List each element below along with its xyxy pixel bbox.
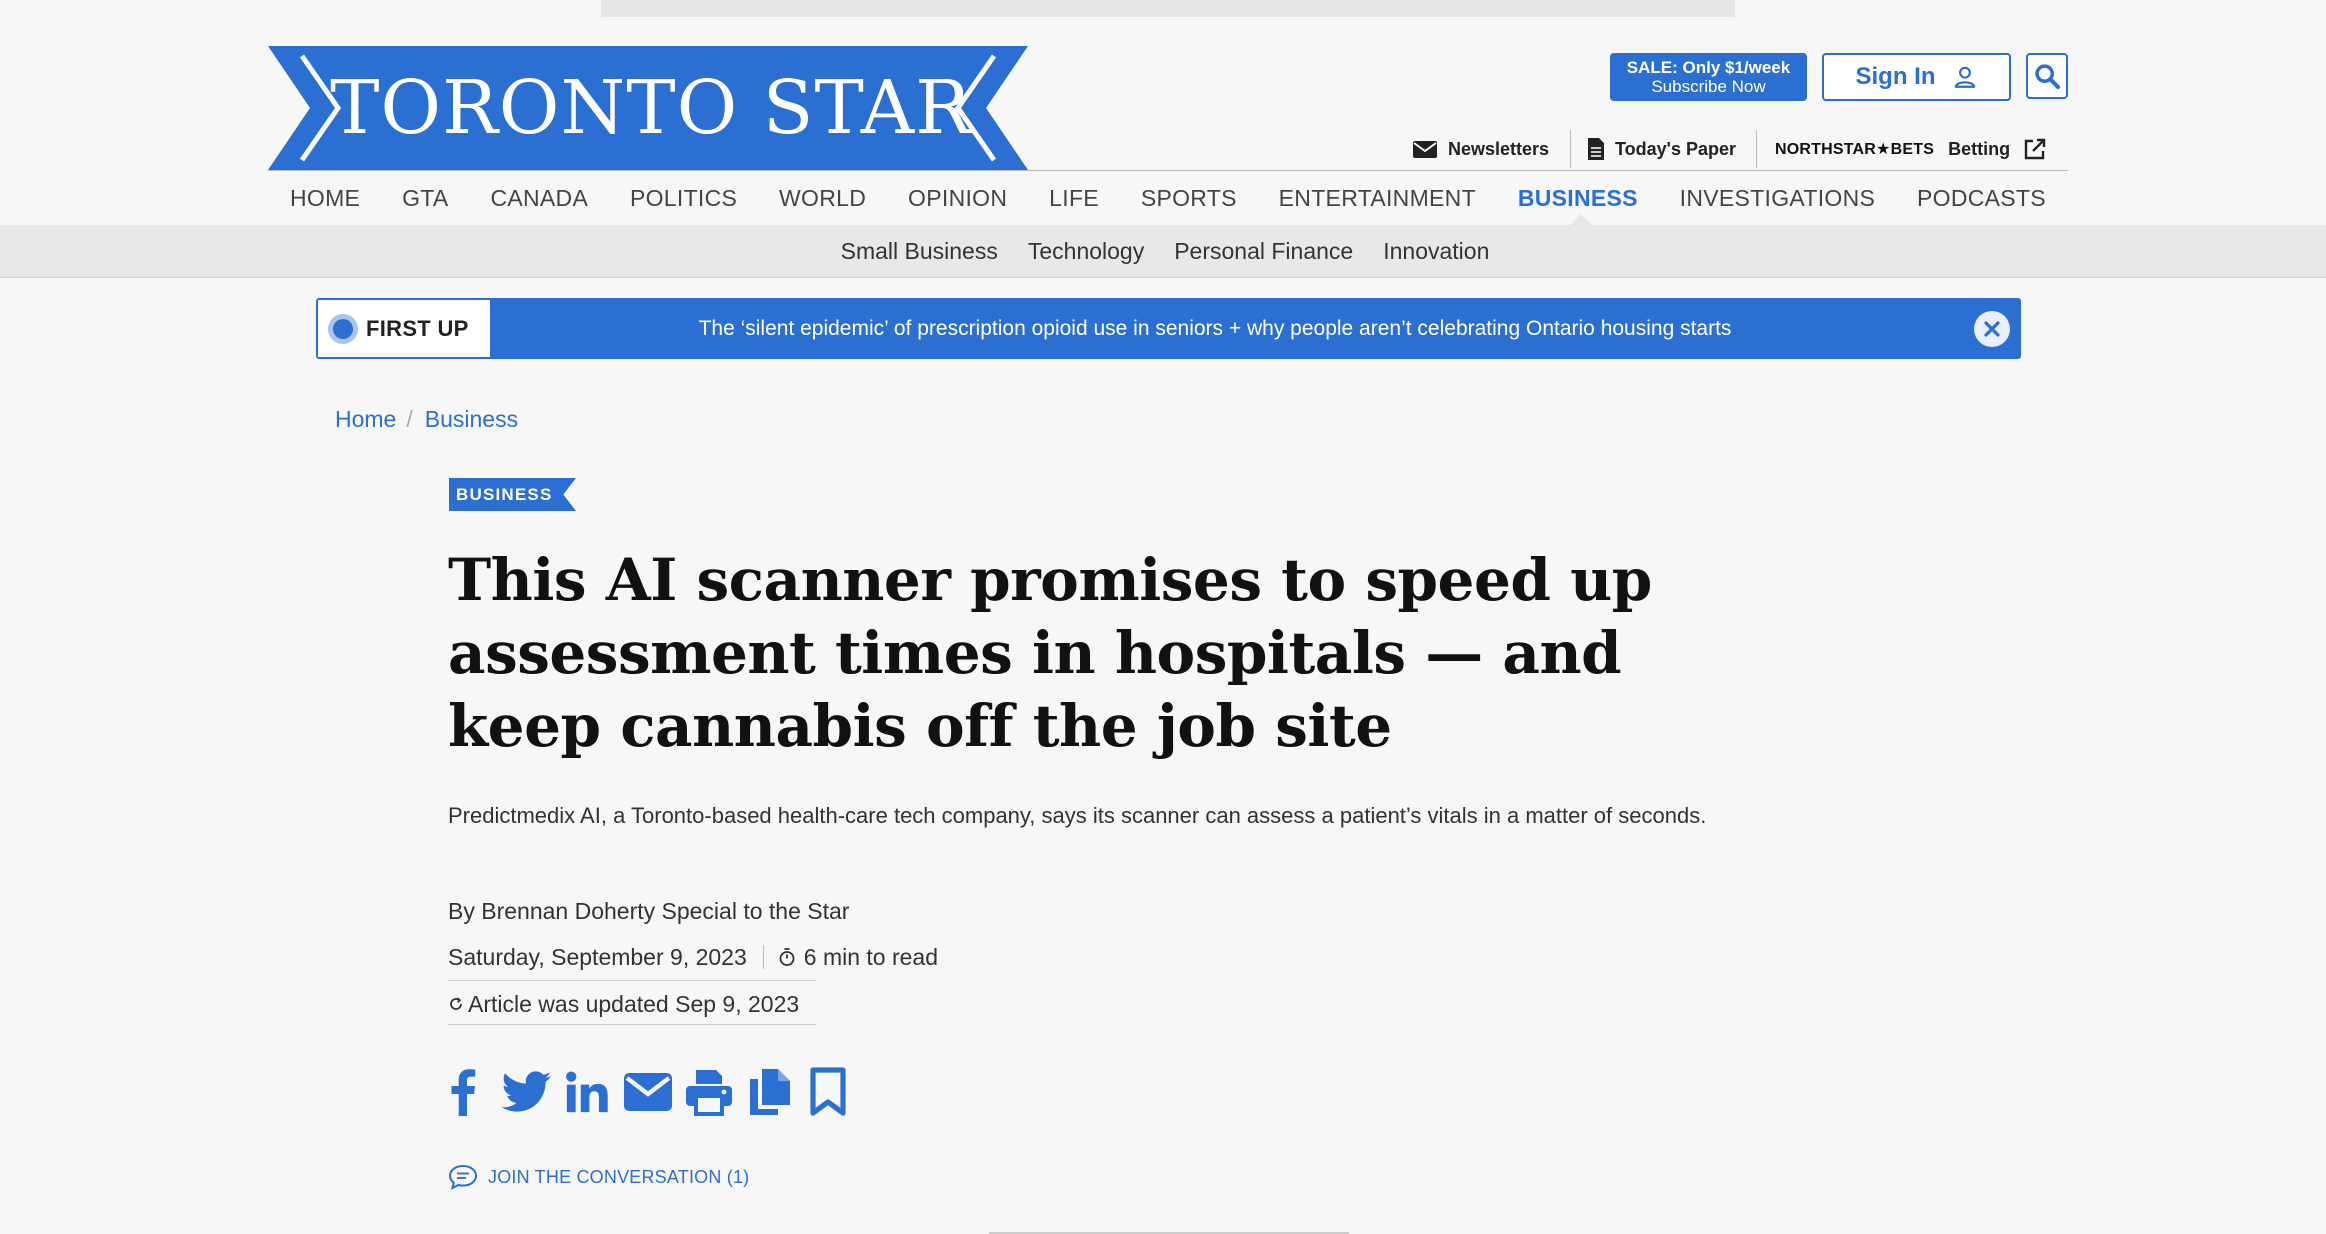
- todays-paper-label: Today's Paper: [1615, 138, 1736, 159]
- updated-divider: [448, 980, 816, 981]
- external-link-icon: [2024, 138, 2046, 160]
- dateline-divider: [762, 945, 764, 969]
- subnav-small-business[interactable]: Small Business: [841, 238, 998, 265]
- copy-link-button[interactable]: [746, 1066, 794, 1118]
- timer-icon: [778, 947, 796, 967]
- search-icon: [2035, 64, 2061, 90]
- article-byline: By Brennan Doherty Special to the Star: [448, 898, 850, 924]
- updated-divider: [448, 1024, 816, 1025]
- close-banner-button[interactable]: [1974, 311, 2010, 347]
- breadcrumb: Home / Business: [335, 404, 518, 434]
- search-button[interactable]: [2026, 53, 2068, 99]
- facebook-icon: [451, 1069, 476, 1116]
- linkedin-icon: [566, 1071, 608, 1113]
- share-email-button[interactable]: [622, 1066, 674, 1118]
- comment-icon: [448, 1164, 478, 1190]
- sign-in-button[interactable]: Sign In: [1822, 53, 2011, 101]
- first-up-text: FIRST UP: [366, 315, 469, 341]
- sub-navigation: Small Business Technology Personal Finan…: [0, 225, 2326, 278]
- read-time: 6 min to read: [803, 943, 939, 970]
- share-facebook-button[interactable]: [448, 1066, 478, 1118]
- subnav-personal-finance[interactable]: Personal Finance: [1174, 238, 1353, 265]
- nav-canada[interactable]: CANADA: [490, 185, 588, 212]
- first-up-label: FIRST UP: [318, 300, 490, 357]
- bookmark-icon: [810, 1067, 846, 1116]
- nav-podcasts[interactable]: PODCASTS: [1917, 185, 2046, 212]
- subnav-innovation[interactable]: Innovation: [1383, 238, 1489, 265]
- document-icon: [1588, 138, 1604, 160]
- newsletters-link[interactable]: Newsletters: [1412, 134, 1549, 164]
- article-headline: This AI scanner promises to speed up ass…: [448, 546, 1652, 760]
- sale-text: SALE: Only $1/week: [1626, 58, 1791, 77]
- close-icon: [1984, 321, 2000, 337]
- nav-gta[interactable]: GTA: [402, 185, 448, 212]
- breadcrumb-business[interactable]: Business: [425, 406, 518, 433]
- main-navigation: HOME GTA CANADA POLITICS WORLD OPINION L…: [268, 178, 2068, 218]
- publish-date: Saturday, September 9, 2023: [448, 943, 747, 970]
- subscribe-sale-button[interactable]: SALE: Only $1/week Subscribe Now: [1610, 53, 1807, 101]
- envelope-icon: [1413, 141, 1437, 158]
- refresh-icon: [450, 997, 462, 1010]
- northstar-bets-link[interactable]: NORTHSTAR★BETS Betting: [1775, 134, 2048, 164]
- user-icon: [1954, 66, 1975, 88]
- breadcrumb-home[interactable]: Home: [335, 406, 396, 433]
- toronto-star-logo[interactable]: TORONTO STAR: [268, 46, 1028, 170]
- first-up-headline[interactable]: The ‘silent epidemic’ of prescription op…: [490, 298, 1940, 359]
- utility-divider: [1570, 130, 1571, 168]
- live-dot-icon: [328, 313, 358, 344]
- updated-text: Article was updated Sep 9, 2023: [468, 990, 800, 1017]
- share-linkedin-button[interactable]: [564, 1066, 610, 1118]
- subscribe-text: Subscribe Now: [1651, 77, 1766, 96]
- article-dateline: Saturday, September 9, 2023 6 min to rea…: [448, 943, 938, 971]
- utility-divider: [1756, 130, 1757, 168]
- section-badge[interactable]: BUSINESS: [449, 478, 576, 511]
- nav-investigations[interactable]: INVESTIGATIONS: [1680, 185, 1875, 212]
- ad-slot: [601, 0, 1735, 17]
- nav-politics[interactable]: POLITICS: [630, 185, 737, 212]
- nav-sports[interactable]: SPORTS: [1141, 185, 1237, 212]
- newsletters-label: Newsletters: [1448, 138, 1550, 159]
- nav-opinion[interactable]: OPINION: [908, 185, 1007, 212]
- breadcrumb-separator: /: [406, 405, 413, 432]
- nav-business[interactable]: BUSINESS: [1518, 185, 1638, 212]
- join-conversation-label: JOIN THE CONVERSATION (1): [488, 1166, 750, 1187]
- join-conversation-link[interactable]: JOIN THE CONVERSATION (1): [448, 1162, 749, 1192]
- email-icon: [624, 1073, 672, 1111]
- print-icon: [686, 1070, 732, 1116]
- bookmark-button[interactable]: [808, 1066, 848, 1118]
- subnav-technology[interactable]: Technology: [1028, 238, 1144, 265]
- article-updated: Article was updated Sep 9, 2023: [448, 990, 799, 1018]
- nav-entertainment[interactable]: ENTERTAINMENT: [1279, 185, 1476, 212]
- first-up-banner: FIRST UP The ‘silent epidemic’ of prescr…: [316, 298, 2021, 359]
- todays-paper-link[interactable]: Today's Paper: [1587, 134, 1736, 164]
- nav-home[interactable]: HOME: [290, 185, 360, 212]
- header-divider: [268, 170, 2068, 171]
- twitter-icon: [502, 1071, 552, 1112]
- active-nav-indicator: [1570, 214, 1592, 225]
- nav-life[interactable]: LIFE: [1049, 185, 1099, 212]
- print-button[interactable]: [684, 1066, 734, 1118]
- betting-label: Betting: [1948, 138, 2011, 159]
- logo-wordmark: TORONTO STAR: [330, 65, 972, 151]
- nav-world[interactable]: WORLD: [779, 185, 866, 212]
- sign-in-label: Sign In: [1855, 63, 1936, 90]
- article-dek: Predictmedix AI, a Toronto-based health-…: [448, 803, 1707, 828]
- share-toolbar: [448, 1066, 848, 1118]
- share-twitter-button[interactable]: [502, 1066, 552, 1118]
- copy-icon: [750, 1069, 790, 1115]
- northstar-bets-logo: NORTHSTAR★BETS: [1775, 141, 1935, 158]
